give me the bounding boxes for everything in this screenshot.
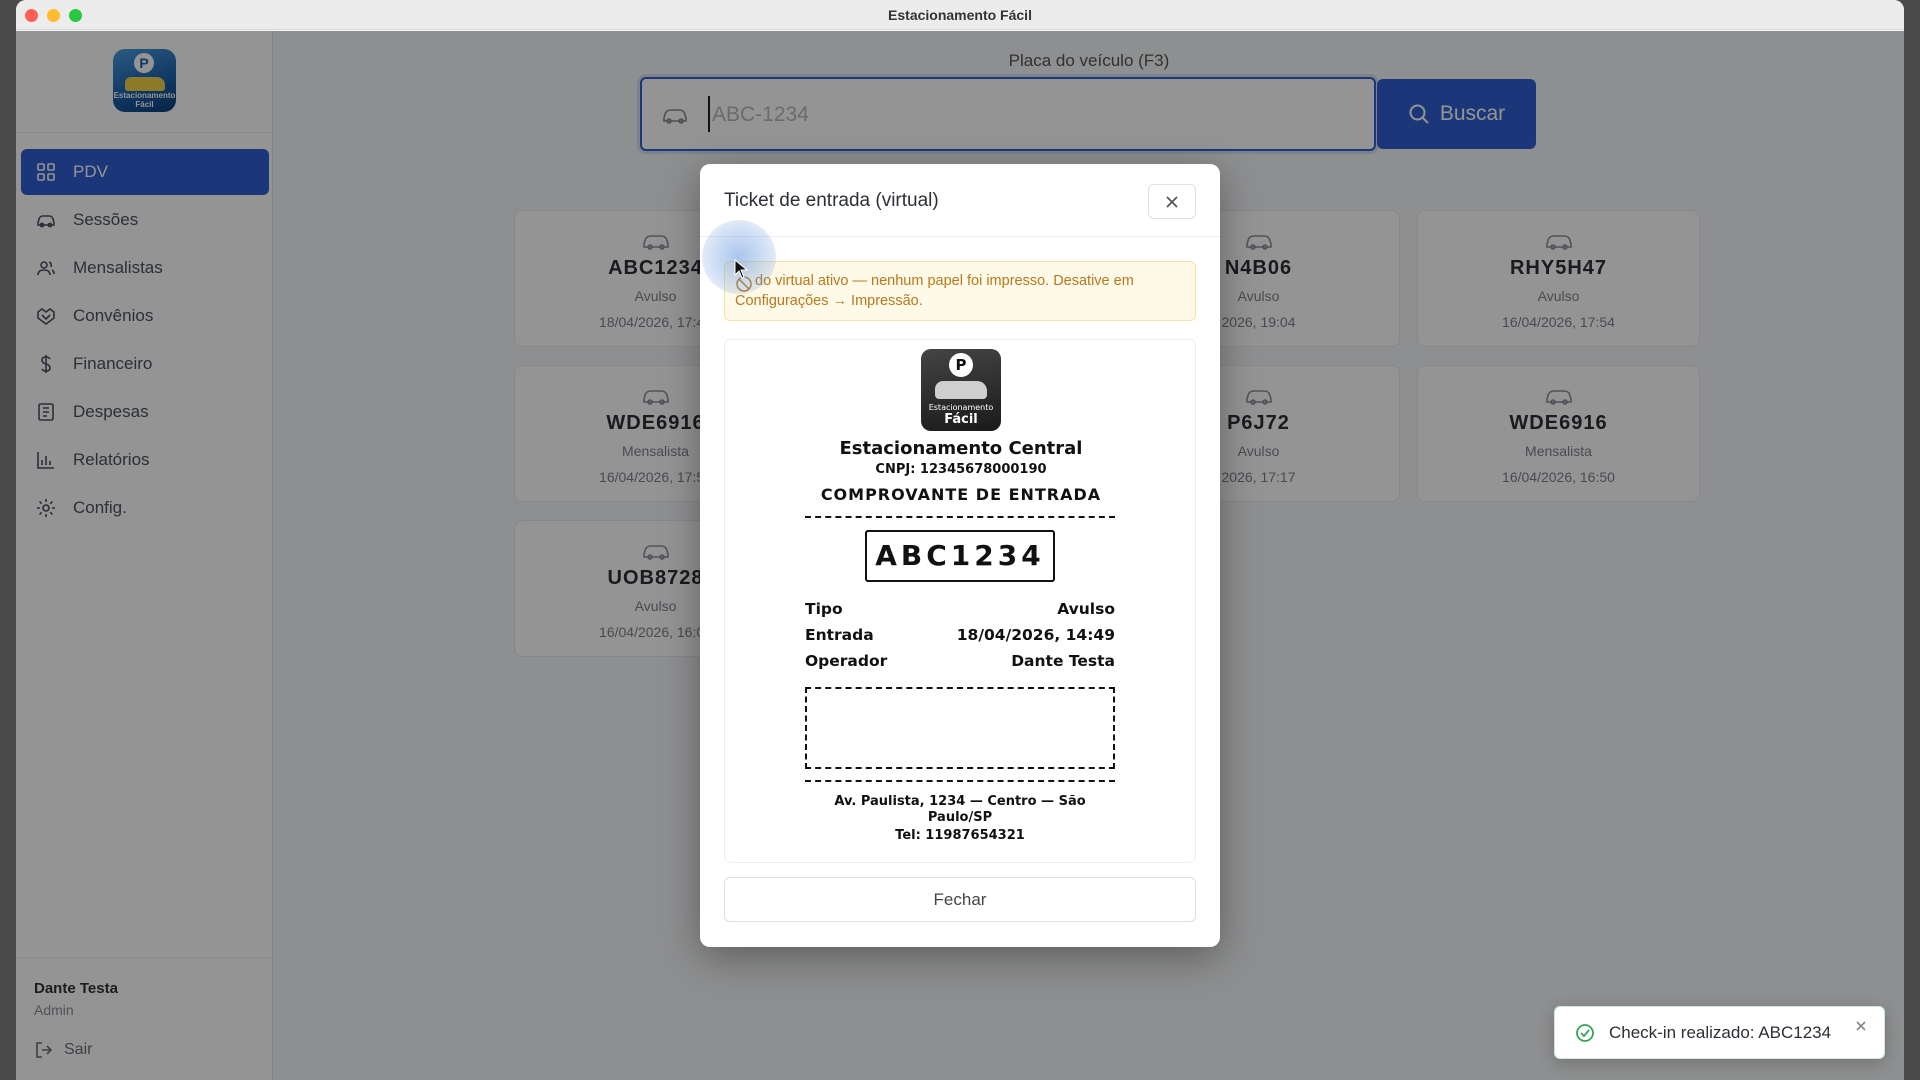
row-label: Entrada [805,626,874,644]
receipt-barcode-area [805,687,1115,769]
receipt-row-tipo: Tipo Avulso [805,600,1115,618]
success-toast: Check-in realizado: ABC1234 [1554,1006,1885,1059]
row-value: Dante Testa [1011,652,1115,670]
receipt-cnpj: CNPJ: 12345678000190 [875,462,1047,477]
mouse-cursor-icon [734,259,748,279]
virtual-mode-warning: do virtual ativo — nenhum papel foi impr… [724,261,1196,321]
modal-header: Ticket de entrada (virtual) [700,164,1220,237]
receipt-row-entrada: Entrada 18/04/2026, 14:49 [805,626,1115,644]
title-bar: Estacionamento Fácil [16,0,1904,30]
row-value: Avulso [1057,600,1115,618]
click-indicator [702,220,776,294]
receipt-heading: COMPROVANTE DE ENTRADA [820,485,1102,504]
row-value: 18/04/2026, 14:49 [956,626,1115,644]
ticket-modal: Ticket de entrada (virtual) do virtual a… [700,164,1220,947]
ticket-receipt: P Estacionamento Fácil Estacionamento Ce… [724,339,1196,863]
warning-text: do virtual ativo — nenhum papel foi impr… [735,273,1134,309]
receipt-logo: P Estacionamento Fácil [921,349,1001,431]
receipt-phone: Tel: 11987654321 [895,828,1025,843]
close-icon [1166,195,1178,208]
receipt-row-operador: Operador Dante Testa [805,652,1115,670]
row-label: Tipo [805,600,843,618]
toast-message: Check-in realizado: ABC1234 [1609,1022,1832,1042]
row-label: Operador [805,652,888,670]
receipt-address: Av. Paulista, 1234 — Centro — São Paulo/… [834,794,1086,825]
receipt-plate: ABC1234 [865,530,1055,582]
divider [805,516,1115,518]
toast-close-icon[interactable] [1854,1019,1868,1033]
modal-close-button[interactable] [1148,184,1196,219]
modal-title: Ticket de entrada (virtual) [724,190,939,211]
fechar-button[interactable]: Fechar [724,877,1196,922]
window-title: Estacionamento Fácil [888,7,1032,23]
receipt-company-name: Estacionamento Central [839,438,1083,459]
divider [805,780,1115,782]
check-circle-icon [1576,1023,1594,1042]
